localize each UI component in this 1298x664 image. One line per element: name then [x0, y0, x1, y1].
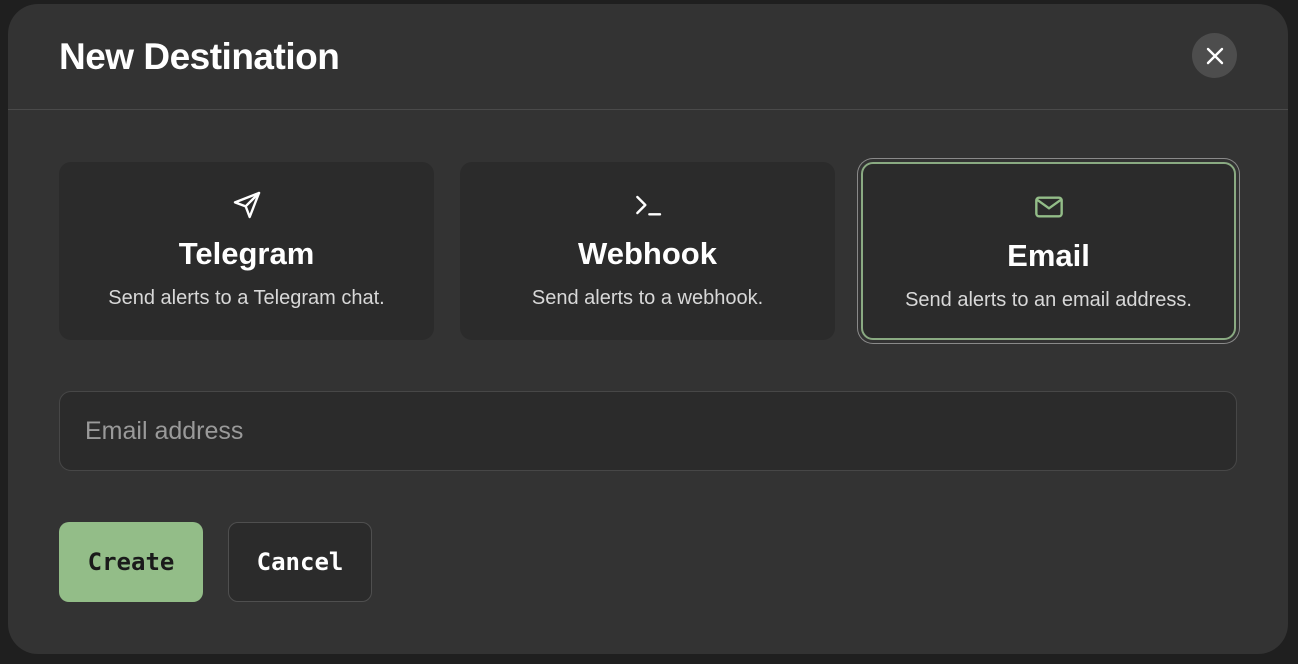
option-description: Send alerts to a Telegram chat. [108, 287, 385, 309]
create-button[interactable]: Create [59, 522, 203, 602]
close-button[interactable] [1192, 33, 1237, 78]
mail-icon [1034, 196, 1063, 218]
option-telegram[interactable]: Telegram Send alerts to a Telegram chat. [59, 162, 434, 340]
option-webhook[interactable]: Webhook Send alerts to a webhook. [460, 162, 835, 340]
option-email[interactable]: Email Send alerts to an email address. [861, 162, 1236, 340]
option-title: Webhook [578, 236, 717, 271]
cancel-button[interactable]: Cancel [228, 522, 372, 602]
option-description: Send alerts to an email address. [905, 289, 1192, 311]
option-description: Send alerts to a webhook. [531, 287, 764, 309]
close-icon [1206, 47, 1223, 64]
new-destination-dialog: New Destination Telegram Send alerts to … [8, 4, 1288, 654]
email-address-input[interactable] [59, 391, 1237, 471]
dialog-title: New Destination [59, 36, 340, 77]
destination-type-options: Telegram Send alerts to a Telegram chat.… [59, 162, 1237, 340]
option-title: Email [1007, 238, 1090, 273]
terminal-icon [635, 195, 661, 216]
option-title: Telegram [178, 236, 315, 271]
send-icon [233, 191, 260, 219]
dialog-header: New Destination [8, 4, 1288, 110]
